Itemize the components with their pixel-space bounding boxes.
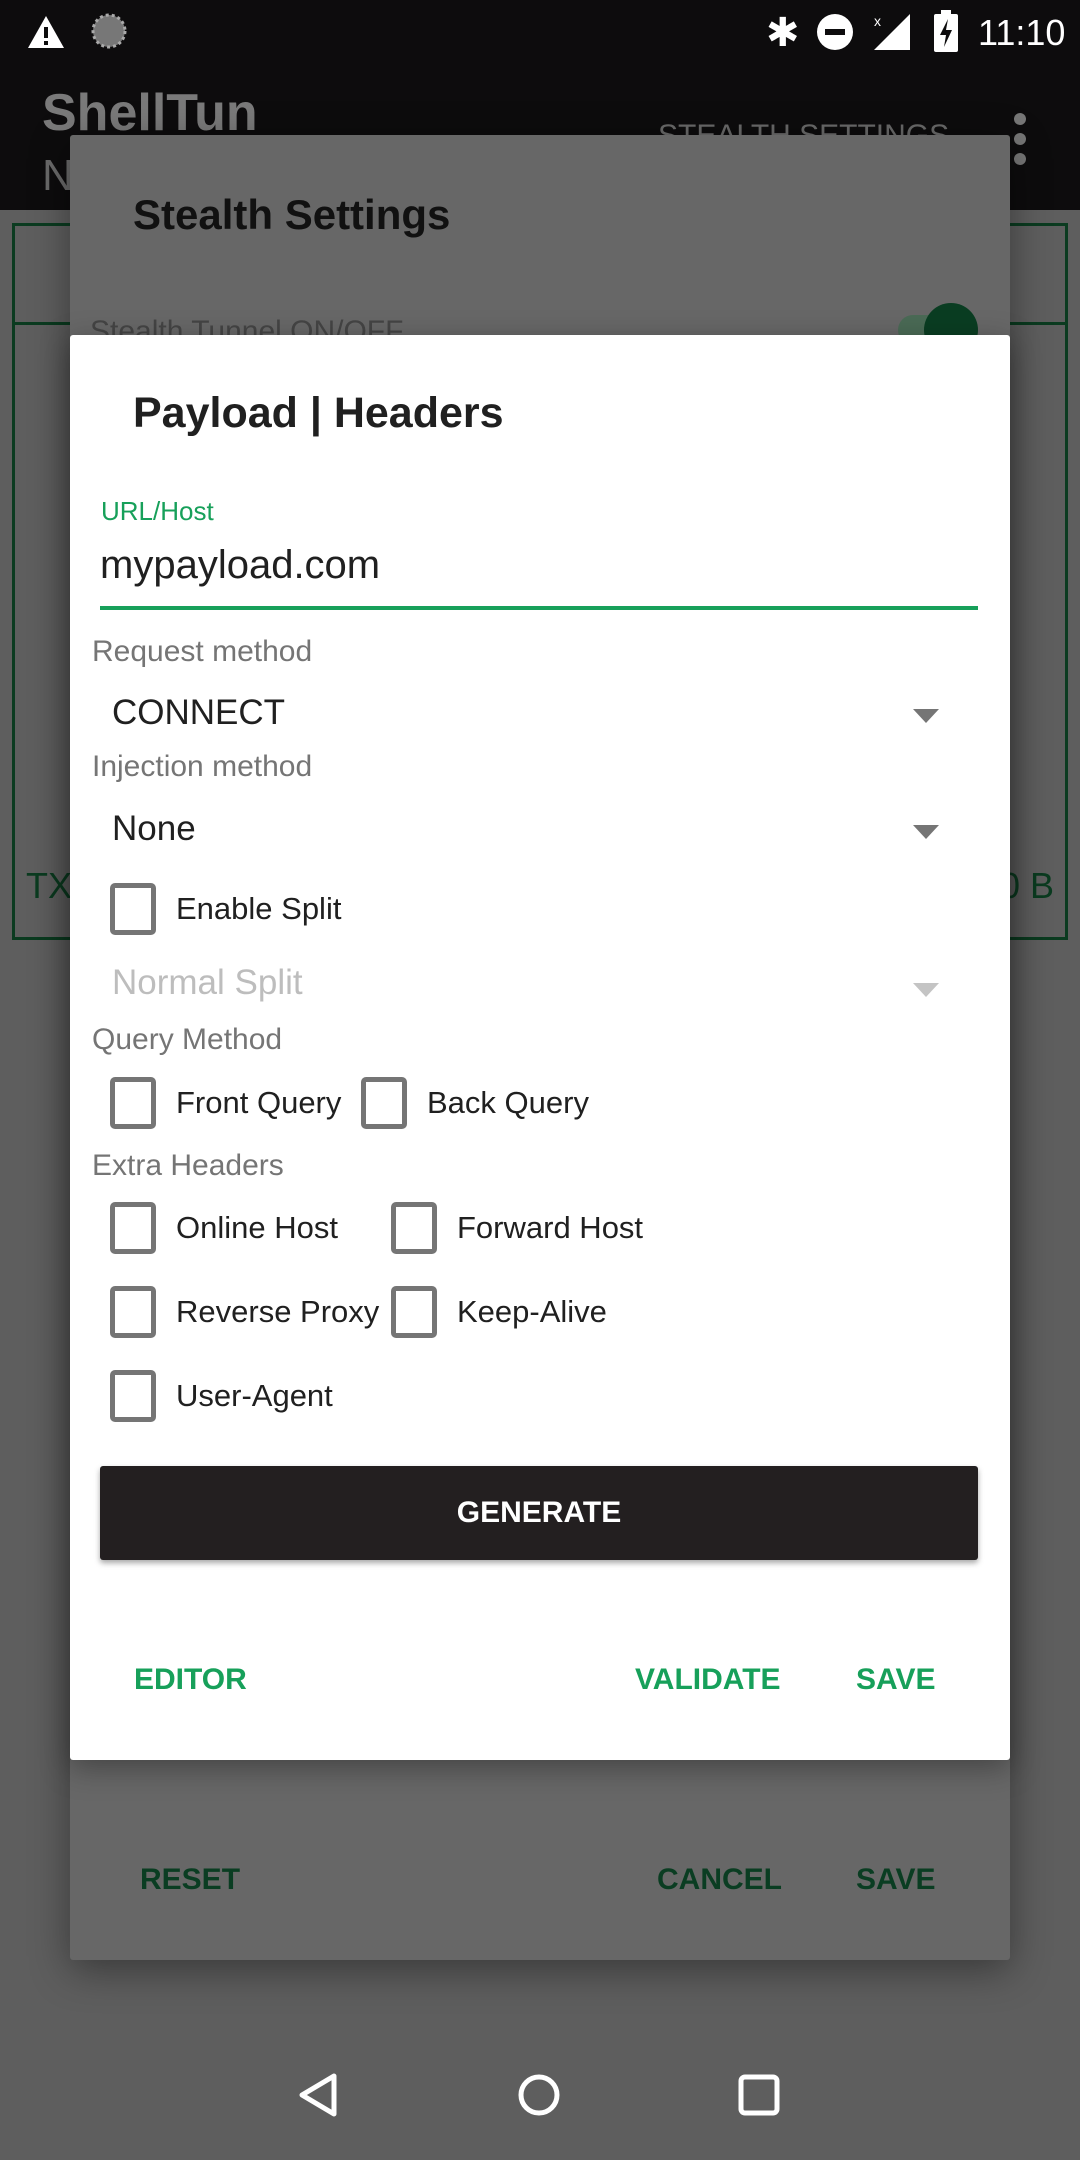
injection-method-label: Injection method: [92, 750, 313, 783]
svg-text:x: x: [874, 13, 881, 29]
cancel-button[interactable]: CANCEL: [657, 1863, 782, 1897]
save-button[interactable]: SAVE: [856, 1663, 935, 1697]
generate-button[interactable]: GENERATE: [100, 1466, 978, 1560]
chevron-down-icon: [913, 825, 939, 839]
url-input[interactable]: mypayload.com: [100, 535, 978, 610]
app-subtitle: N: [42, 151, 74, 200]
split-mode-select[interactable]: Normal Split: [92, 955, 992, 1015]
home-icon[interactable]: [516, 2072, 562, 2118]
recents-icon[interactable]: [736, 2072, 782, 2118]
reset-button[interactable]: RESET: [140, 1863, 240, 1897]
clock: 11:10: [978, 12, 1066, 53]
battery-charging-icon: [934, 10, 958, 52]
chevron-down-icon: [913, 709, 939, 723]
app-title: ShellTun: [42, 84, 258, 142]
payload-headers-dialog: Payload | Headers URL/Host mypayload.com…: [70, 335, 1010, 1760]
url-label: URL/Host: [101, 496, 214, 526]
injection-method-select[interactable]: None: [92, 801, 992, 861]
status-bar: ✱ x 11:10: [0, 0, 1080, 83]
warning-icon: [28, 16, 64, 48]
save-button[interactable]: SAVE: [856, 1863, 935, 1897]
sync-icon: [91, 13, 127, 49]
query-method-label: Query Method: [92, 1023, 283, 1056]
navigation-bar: [0, 2034, 1080, 2160]
dialog-title: Payload | Headers: [133, 389, 504, 437]
validate-button[interactable]: VALIDATE: [635, 1663, 781, 1697]
do-not-disturb-icon: [817, 14, 853, 50]
overflow-menu-icon[interactable]: [1014, 113, 1028, 165]
back-icon[interactable]: [296, 2072, 340, 2118]
extra-headers-label: Extra Headers: [92, 1149, 284, 1182]
no-signal-icon: x: [874, 13, 910, 50]
editor-button[interactable]: EDITOR: [134, 1663, 247, 1697]
bluetooth-icon: ✱: [766, 11, 800, 55]
request-method-select[interactable]: CONNECT: [92, 685, 992, 745]
tx-label: TX: [26, 865, 73, 906]
request-method-label: Request method: [92, 635, 313, 668]
dialog-title: Stealth Settings: [133, 191, 451, 238]
chevron-down-icon: [913, 983, 939, 997]
